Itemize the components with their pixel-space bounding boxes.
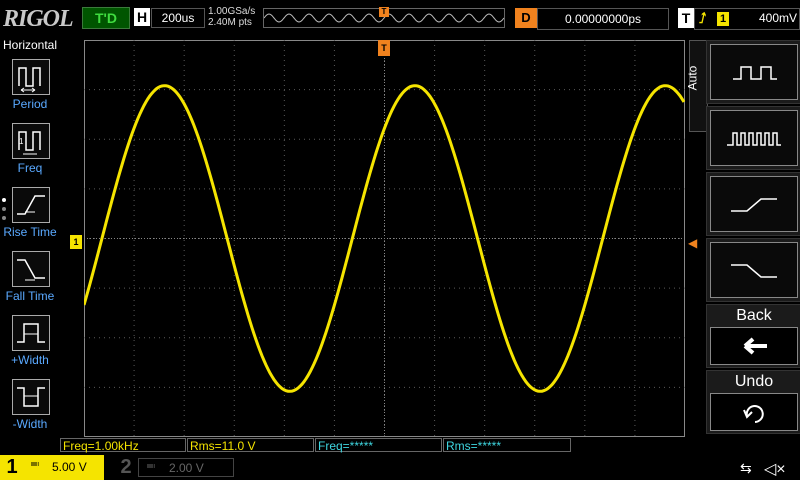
softkey-rising-edge[interactable] — [706, 172, 800, 236]
fall-time-icon — [12, 251, 50, 287]
memory-depth: 2.40M pts — [208, 17, 252, 28]
falling-edge-icon — [710, 242, 798, 298]
auto-menu-tab-label: Auto — [685, 65, 700, 91]
frequency-icon: 1 — [12, 123, 50, 159]
trigger-position-top-marker[interactable]: T — [378, 40, 390, 56]
measurement-ch2-rms: Rms=***** — [443, 438, 571, 453]
negative-width-button[interactable]: -Width — [0, 375, 60, 439]
trigger-panel[interactable]: ⭜ 1 400mV — [694, 8, 800, 30]
pulse-train-icon — [710, 110, 798, 166]
rise-time-icon — [12, 187, 50, 223]
period-icon — [12, 59, 50, 95]
rising-edge-trigger-icon: ⭜ — [699, 10, 707, 26]
sample-rate: 1.00GSa/s — [208, 6, 256, 17]
softkey-falling-edge[interactable] — [706, 238, 800, 302]
dc-coupling-icon: ≕ — [30, 459, 40, 470]
brand-logo: RIGOL — [3, 6, 74, 32]
negative-width-label: -Width — [12, 417, 48, 431]
back-button[interactable]: Back — [706, 304, 800, 368]
measurement-ch1-freq: Freq=1.00kHz — [60, 438, 186, 453]
dc-coupling-icon-ch2: ≕ — [146, 461, 156, 472]
waveform-grid — [84, 40, 685, 437]
undo-icon — [710, 393, 798, 431]
status-bar: RIGOL T'D H 200us 1.00GSa/s 2.40M pts T … — [0, 0, 800, 34]
channel-bar: 1 5.00 V ≕ 2 2.00 V ≕ ⇆ ◁× — [0, 455, 800, 480]
trigger-level-marker[interactable]: ◀ — [688, 236, 700, 250]
positive-width-button[interactable]: +Width — [0, 311, 60, 375]
mute-icon[interactable]: ◁× — [764, 459, 786, 479]
trigger-level: 400mV — [758, 11, 797, 25]
fall-time-label: Fall Time — [5, 289, 55, 303]
usb-icon: ⇆ — [740, 460, 752, 476]
period-label: Period — [12, 97, 48, 111]
rising-edge-icon — [710, 176, 798, 232]
delay-label: D — [515, 8, 537, 28]
delay-value[interactable]: 0.00000000ps — [537, 8, 669, 30]
negative-width-icon — [12, 379, 50, 415]
trigger-label: T — [678, 8, 694, 28]
svg-text:1: 1 — [19, 137, 24, 146]
channel-1-offset-marker[interactable]: 1 — [70, 235, 82, 249]
square-wave-icon — [710, 44, 798, 100]
trigger-position-marker: T — [379, 7, 389, 17]
frequency-label: Freq — [17, 161, 43, 175]
horizontal-menu: Horizontal Period 1 Freq Rise Time Fall … — [0, 37, 60, 457]
waveform-display[interactable] — [84, 40, 685, 437]
sample-info: 1.00GSa/s 2.40M pts — [208, 6, 255, 28]
rise-time-button[interactable]: Rise Time — [0, 183, 60, 247]
run-status-badge[interactable]: T'D — [82, 7, 130, 29]
trigger-source: 1 — [717, 12, 729, 26]
horizontal-label: H — [134, 8, 150, 26]
undo-button[interactable]: Undo — [706, 370, 800, 434]
undo-label: Undo — [734, 373, 774, 390]
menu-title: Horizontal — [2, 38, 58, 52]
frequency-button[interactable]: 1 Freq — [0, 119, 60, 183]
rise-time-label: Rise Time — [3, 225, 57, 239]
back-arrow-icon — [710, 327, 798, 365]
positive-width-label: +Width — [11, 353, 49, 367]
back-label: Back — [736, 307, 772, 324]
softkey-pulse-train[interactable] — [706, 106, 800, 170]
channel-1-tab[interactable]: 1 — [0, 455, 24, 480]
measurement-ch1-rms: Rms=11.0 V — [187, 438, 314, 453]
measurement-ch2-freq: Freq=***** — [315, 438, 442, 453]
timebase-value[interactable]: 200us — [151, 8, 205, 28]
softkey-square-wave[interactable] — [706, 40, 800, 104]
positive-width-icon — [12, 315, 50, 351]
period-button[interactable]: Period — [0, 55, 60, 119]
channel-2-tab[interactable]: 2 — [114, 455, 138, 480]
fall-time-button[interactable]: Fall Time — [0, 247, 60, 311]
